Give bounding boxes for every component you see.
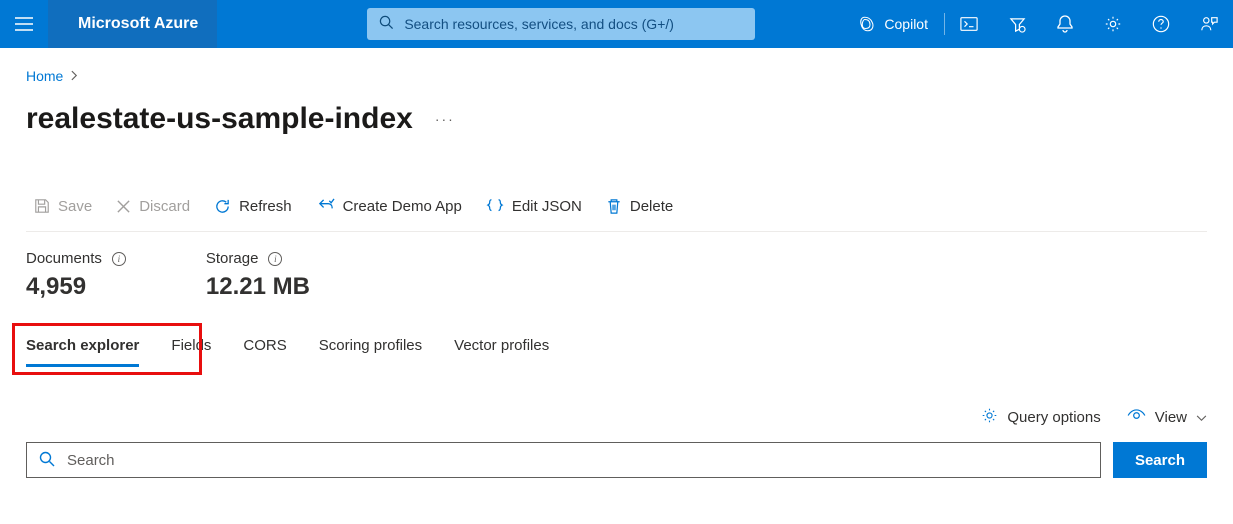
brand-text: Microsoft Azure — [78, 15, 198, 33]
stats-row: Documents i 4,959 Storage i 12.21 MB — [26, 250, 1207, 301]
global-search-input[interactable] — [404, 16, 743, 32]
save-icon — [34, 198, 50, 214]
edit-json-label: Edit JSON — [512, 198, 582, 215]
discard-button: Discard — [108, 190, 198, 222]
more-actions-button[interactable]: ··· — [435, 111, 455, 127]
chevron-right-icon — [71, 68, 78, 84]
bell-icon — [1057, 15, 1073, 33]
delete-label: Delete — [630, 198, 673, 215]
tabs-container: Search explorer Fields CORS Scoring prof… — [26, 331, 1207, 367]
refresh-label: Refresh — [239, 198, 292, 215]
query-options-button[interactable]: Query options — [981, 407, 1100, 428]
help-icon — [1152, 15, 1170, 33]
edit-json-button[interactable]: Edit JSON — [478, 190, 590, 222]
storage-label: Storage — [206, 250, 259, 267]
refresh-icon — [214, 198, 231, 215]
gear-icon — [981, 407, 998, 428]
tab-search-explorer[interactable]: Search explorer — [26, 331, 139, 367]
create-demo-app-button[interactable]: Create Demo App — [308, 190, 470, 222]
notifications-button[interactable] — [1041, 0, 1089, 48]
breadcrumb-home[interactable]: Home — [26, 68, 63, 84]
page-title: realestate-us-sample-index — [26, 102, 413, 136]
title-row: realestate-us-sample-index ··· — [26, 102, 1207, 136]
search-field[interactable] — [26, 442, 1101, 478]
create-demo-icon — [316, 198, 335, 215]
info-icon[interactable]: i — [268, 252, 282, 266]
view-label: View — [1155, 409, 1187, 426]
trash-icon — [606, 198, 622, 215]
tab-fields[interactable]: Fields — [171, 331, 211, 367]
breadcrumb: Home — [26, 68, 1207, 84]
json-icon — [486, 198, 504, 214]
delete-button[interactable]: Delete — [598, 190, 681, 222]
top-right-icons: Copilot — [842, 0, 1233, 48]
cloud-shell-button[interactable] — [945, 0, 993, 48]
search-input[interactable] — [67, 452, 1088, 469]
search-button[interactable]: Search — [1113, 442, 1207, 478]
storage-value: 12.21 MB — [206, 273, 310, 301]
content-area: Home realestate-us-sample-index ··· Save… — [0, 48, 1233, 508]
options-row: Query options View — [26, 407, 1207, 428]
save-label: Save — [58, 198, 92, 215]
view-button[interactable]: View — [1127, 407, 1207, 428]
discard-icon — [116, 199, 131, 214]
documents-stat: Documents i 4,959 — [26, 250, 126, 301]
cloud-shell-icon — [960, 16, 978, 32]
query-options-label: Query options — [1007, 409, 1100, 426]
hamburger-menu[interactable] — [0, 0, 48, 48]
search-row: Search — [26, 442, 1207, 478]
tabs: Search explorer Fields CORS Scoring prof… — [26, 331, 1207, 367]
gear-icon — [1104, 15, 1122, 33]
hamburger-icon — [15, 17, 33, 31]
chevron-down-icon — [1196, 409, 1207, 426]
person-feedback-icon — [1200, 15, 1218, 33]
command-bar: Save Discard Refresh Create Demo App Edi… — [26, 190, 1207, 232]
search-icon — [379, 15, 394, 33]
global-search[interactable] — [367, 8, 755, 40]
discard-label: Discard — [139, 198, 190, 215]
search-icon — [39, 451, 55, 470]
top-header: Microsoft Azure Copilot — [0, 0, 1233, 48]
save-button: Save — [26, 190, 100, 222]
tab-cors[interactable]: CORS — [243, 331, 286, 367]
eye-icon — [1127, 409, 1146, 426]
filter-button[interactable] — [993, 0, 1041, 48]
copilot-button[interactable]: Copilot — [842, 0, 944, 48]
settings-button[interactable] — [1089, 0, 1137, 48]
brand-area[interactable]: Microsoft Azure — [48, 0, 217, 48]
documents-label: Documents — [26, 250, 102, 267]
info-icon[interactable]: i — [112, 252, 126, 266]
create-demo-label: Create Demo App — [343, 198, 462, 215]
copilot-icon — [858, 15, 876, 33]
filter-icon — [1009, 16, 1026, 33]
tab-vector-profiles[interactable]: Vector profiles — [454, 331, 549, 367]
documents-value: 4,959 — [26, 273, 126, 301]
copilot-label: Copilot — [884, 16, 928, 32]
refresh-button[interactable]: Refresh — [206, 190, 300, 222]
help-button[interactable] — [1137, 0, 1185, 48]
tab-scoring-profiles[interactable]: Scoring profiles — [319, 331, 422, 367]
storage-stat: Storage i 12.21 MB — [206, 250, 310, 301]
feedback-button[interactable] — [1185, 0, 1233, 48]
